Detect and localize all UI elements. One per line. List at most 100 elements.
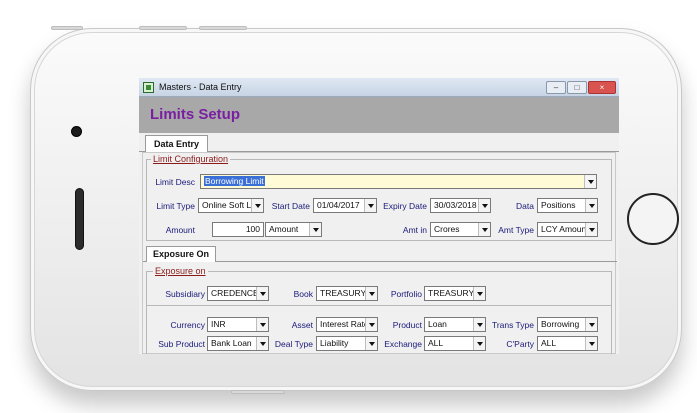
- chevron-down-icon[interactable]: [251, 199, 263, 212]
- start-date-picker[interactable]: 01/04/2017: [313, 198, 377, 213]
- app-window: Masters - Data Entry – □ × Limits Setup …: [139, 78, 619, 354]
- phone-side-button: [51, 26, 83, 30]
- sub-product-label: Sub Product: [158, 339, 205, 349]
- phone-side-button: [139, 26, 187, 30]
- data-select[interactable]: Positions: [537, 198, 598, 213]
- subsidiary-value: CREDENCE: [211, 288, 259, 298]
- limit-type-label: Limit Type: [156, 201, 195, 211]
- limit-type-select[interactable]: Online Soft L: [198, 198, 264, 213]
- product-label: Product: [392, 320, 422, 330]
- start-date-value: 01/04/2017: [317, 200, 360, 210]
- cparty-label: C'Party: [506, 339, 534, 349]
- exposure-divider: [146, 305, 612, 306]
- data-value: Positions: [541, 200, 576, 210]
- amt-in-value: Crores: [434, 224, 460, 234]
- chevron-down-icon[interactable]: [256, 337, 268, 350]
- cparty-value: ALL: [541, 338, 557, 348]
- chevron-down-icon[interactable]: [478, 199, 490, 212]
- trans-type-label: Trans Type: [491, 320, 534, 330]
- chevron-down-icon[interactable]: [256, 287, 268, 300]
- tab-data-entry[interactable]: Data Entry: [145, 135, 209, 152]
- deal-type-value: Liability: [320, 338, 349, 348]
- app-icon: [143, 81, 154, 93]
- home-button[interactable]: [627, 193, 679, 245]
- chevron-down-icon[interactable]: [365, 287, 377, 300]
- amt-in-label: Amt in: [402, 225, 427, 235]
- asset-select[interactable]: Interest Rate: [316, 317, 378, 332]
- chevron-down-icon[interactable]: [256, 318, 268, 331]
- expiry-date-value: 30/03/2018: [434, 200, 477, 210]
- maximize-icon[interactable]: □: [567, 80, 587, 94]
- currency-value: INR: [211, 319, 226, 329]
- chevron-down-icon[interactable]: [473, 318, 485, 331]
- limit-desc-label: Limit Desc: [155, 177, 195, 187]
- exposure-on-legend: Exposure on: [153, 266, 208, 276]
- limit-desc-value: Borrowing Limit: [204, 176, 265, 186]
- phone-screen: Masters - Data Entry – □ × Limits Setup …: [139, 78, 619, 354]
- window-title: Masters - Data Entry: [159, 82, 242, 92]
- trans-type-select[interactable]: Borrowing: [537, 317, 598, 332]
- deal-type-label: Deal Type: [274, 339, 313, 349]
- data-label: Data: [516, 201, 534, 211]
- sub-product-value: Bank Loan: [211, 338, 252, 348]
- exchange-select[interactable]: ALL: [424, 336, 486, 351]
- limit-type-value: Online Soft L: [202, 200, 252, 210]
- exposure-tabstrip: Exposure On: [143, 244, 617, 262]
- limit-configuration-legend: Limit Configuration: [151, 154, 231, 164]
- expiry-date-picker[interactable]: 30/03/2018: [430, 198, 491, 213]
- chevron-down-icon[interactable]: [364, 199, 376, 212]
- limit-desc-select[interactable]: Borrowing Limit: [200, 174, 597, 189]
- product-value: Loan: [428, 319, 447, 329]
- amount-input[interactable]: 100: [212, 222, 264, 237]
- chevron-down-icon[interactable]: [365, 318, 377, 331]
- sub-product-select[interactable]: Bank Loan: [207, 336, 269, 351]
- cparty-select[interactable]: ALL: [537, 336, 598, 351]
- main-tabstrip: Data Entry: [139, 133, 619, 152]
- minimize-icon[interactable]: –: [546, 80, 566, 94]
- chevron-down-icon[interactable]: [584, 175, 596, 188]
- chevron-down-icon[interactable]: [473, 287, 485, 300]
- asset-value: Interest Rate: [320, 319, 369, 329]
- phone-side-button: [199, 26, 247, 30]
- exchange-label: Exchange: [384, 339, 422, 349]
- deal-type-select[interactable]: Liability: [316, 336, 378, 351]
- amount-unit-value: Amount: [269, 224, 299, 234]
- window-controls: – □ ×: [546, 80, 616, 94]
- book-select[interactable]: TREASURY: [316, 286, 378, 301]
- book-label: Book: [293, 289, 313, 299]
- exchange-value: ALL: [428, 338, 444, 348]
- product-select[interactable]: Loan: [424, 317, 486, 332]
- window-titlebar: Masters - Data Entry – □ ×: [139, 78, 619, 97]
- amt-type-select[interactable]: LCY Amount: [537, 222, 598, 237]
- chevron-down-icon[interactable]: [473, 337, 485, 350]
- trans-type-value: Borrowing: [541, 319, 580, 329]
- chevron-down-icon[interactable]: [585, 318, 597, 331]
- currency-select[interactable]: INR: [207, 317, 269, 332]
- page-title: Limits Setup: [150, 106, 241, 123]
- data-entry-panel: Limit Configuration Limit Desc Borrowing…: [142, 152, 617, 354]
- portfolio-value: TREASURY: [428, 288, 475, 298]
- phone-power-button: [231, 390, 285, 394]
- phone-frame: Masters - Data Entry – □ × Limits Setup …: [30, 26, 682, 394]
- amt-in-select[interactable]: Crores: [430, 222, 491, 237]
- front-camera-icon: [71, 126, 82, 137]
- amt-type-value: LCY Amount: [541, 224, 589, 234]
- book-value: TREASURY: [320, 288, 367, 298]
- tab-exposure-on[interactable]: Exposure On: [146, 246, 217, 262]
- chevron-down-icon[interactable]: [585, 199, 597, 212]
- expiry-date-label: Expiry Date: [383, 201, 427, 211]
- speaker-grille: [75, 188, 84, 250]
- start-date-label: Start Date: [271, 201, 310, 211]
- portfolio-label: Portfolio: [390, 289, 422, 299]
- amount-label: Amount: [165, 225, 195, 235]
- page-header: Limits Setup: [139, 97, 619, 133]
- currency-label: Currency: [170, 320, 205, 330]
- close-icon[interactable]: ×: [588, 80, 616, 94]
- chevron-down-icon[interactable]: [309, 223, 321, 236]
- subsidiary-select[interactable]: CREDENCE: [207, 286, 269, 301]
- asset-label: Asset: [291, 320, 313, 330]
- chevron-down-icon[interactable]: [585, 223, 597, 236]
- amount-unit-select[interactable]: Amount: [265, 222, 322, 237]
- portfolio-select[interactable]: TREASURY: [424, 286, 486, 301]
- chevron-down-icon[interactable]: [585, 337, 597, 350]
